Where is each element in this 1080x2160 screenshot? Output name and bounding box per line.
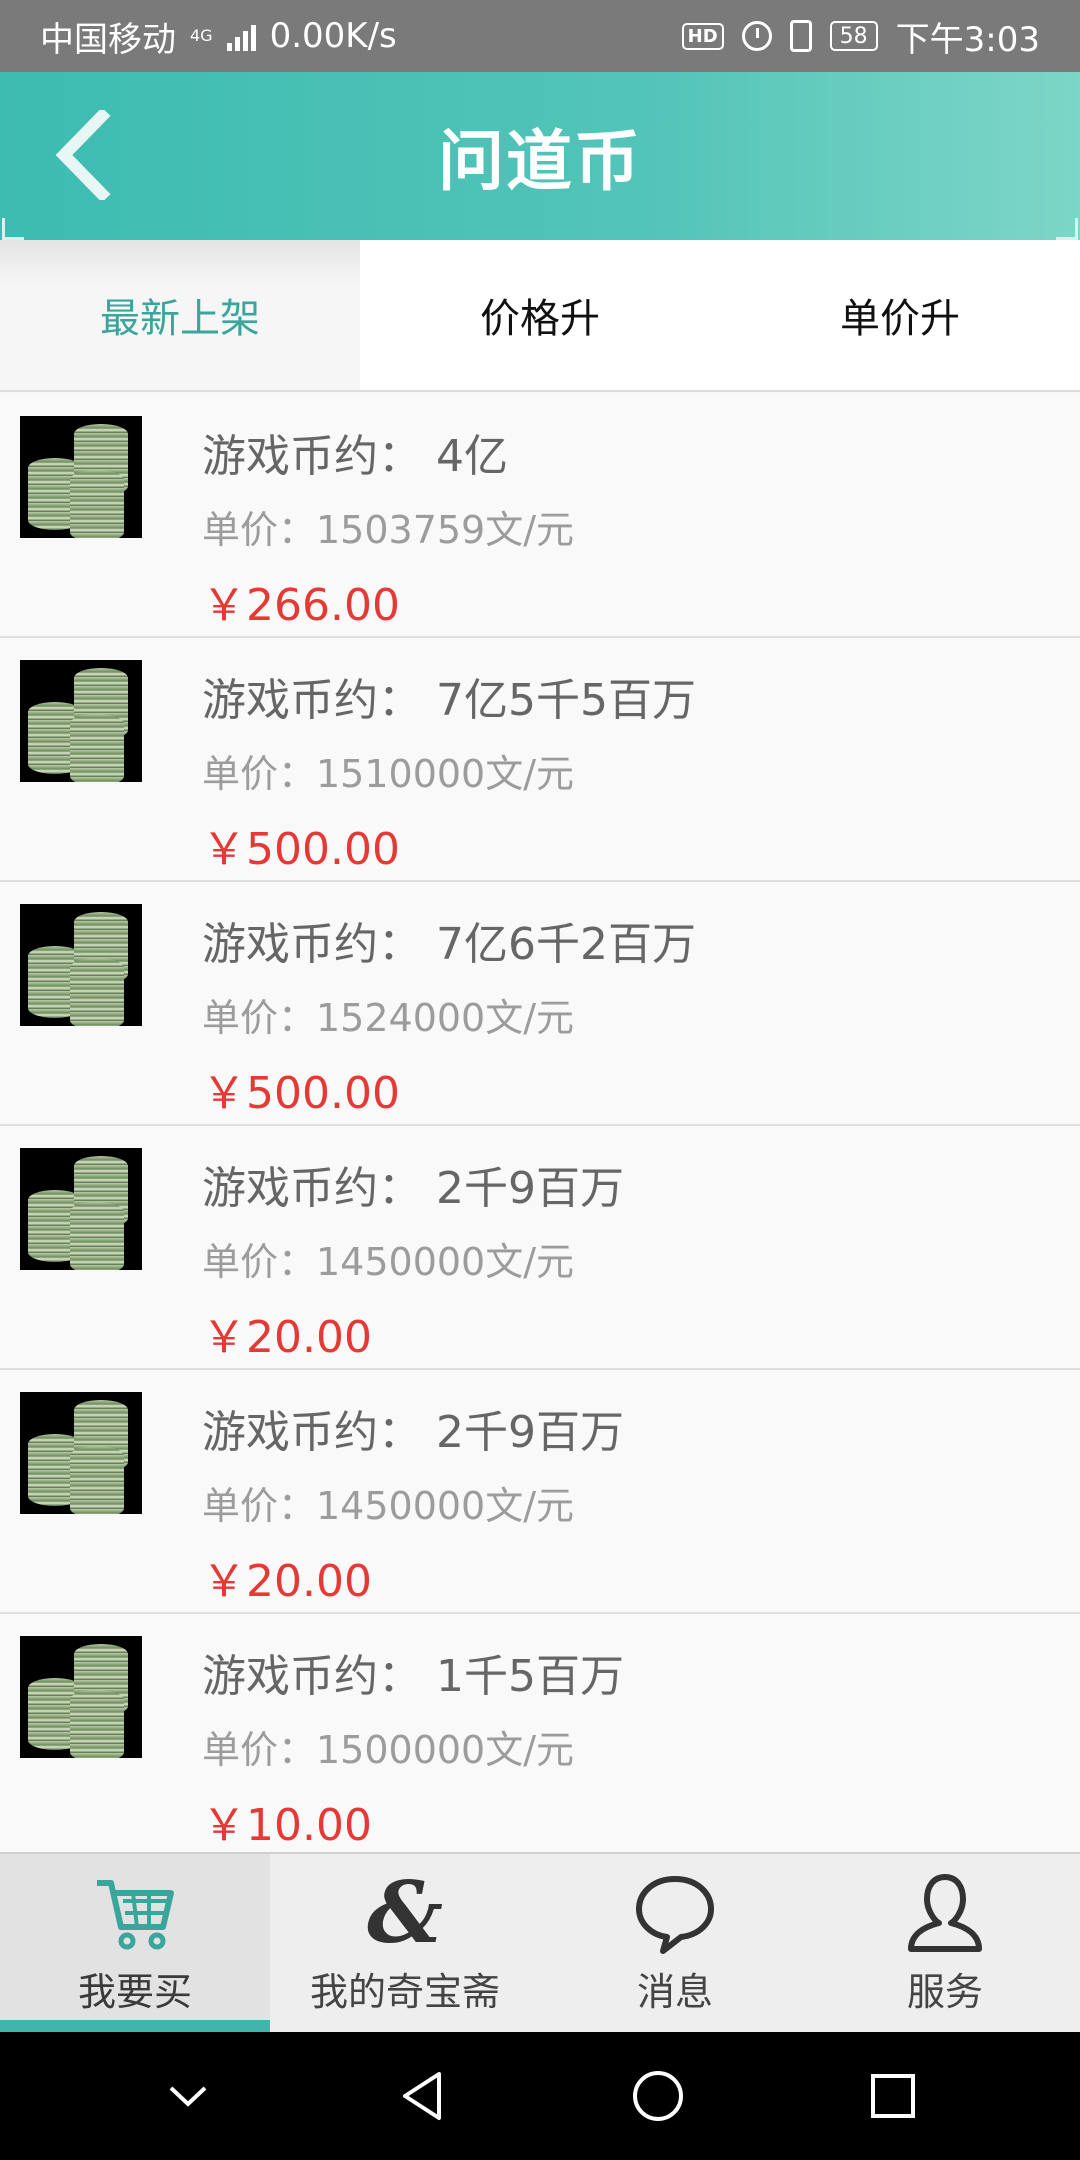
listing-price: ￥500.00 [202, 824, 400, 875]
list-item[interactable]: 游戏币约： 7亿5千5百万 单价：1510000文/元 ￥500.00 [0, 638, 1080, 882]
nav-my-treasure[interactable]: & 我的奇宝斋 [270, 1854, 540, 2032]
triangle-back-icon [402, 2072, 441, 2120]
ampersand-icon: & [367, 1863, 443, 1962]
tab-unit-price-asc[interactable]: 单价升 [720, 240, 1080, 390]
vibrate-icon [789, 20, 812, 52]
signal-icon [226, 21, 256, 51]
cart-icon [93, 1871, 177, 1955]
listing-list[interactable]: 游戏币约： 4亿 单价：1503759文/元 ￥266.00 游戏币约： 7亿5… [0, 394, 1080, 1852]
nav-label: 我要买 [77, 1969, 192, 2014]
unit-price: 单价：1500000文/元 [202, 1728, 575, 1772]
list-item[interactable]: 游戏币约： 7亿6千2百万 单价：1524000文/元 ￥500.00 [0, 882, 1080, 1126]
app-header: 问道币 [0, 72, 1080, 240]
nav-messages[interactable]: 消息 [540, 1854, 810, 2032]
battery-icon: 58 [829, 21, 878, 51]
listing-price: ￥20.00 [202, 1312, 372, 1363]
recents-button[interactable] [858, 2061, 928, 2131]
coin-thumbnail [20, 904, 142, 1026]
nav-label: 我的奇宝斋 [309, 1969, 500, 2014]
tab-price-asc[interactable]: 价格升 [360, 240, 720, 390]
unit-price: 单价：1524000文/元 [202, 996, 575, 1040]
nav-label: 消息 [636, 1969, 713, 2014]
system-back-button[interactable] [388, 2061, 458, 2131]
coin-thumbnail [20, 1148, 142, 1270]
sort-tabs: 最新上架 价格升 单价升 [0, 240, 1080, 392]
list-item[interactable]: 游戏币约： 2千9百万 单价：1450000文/元 ￥20.00 [0, 1126, 1080, 1370]
coin-amount: 游戏币约： 1千5百万 [202, 1651, 624, 1702]
chevron-down-icon [169, 2086, 206, 2107]
list-item[interactable]: 游戏币约： 4亿 单价：1503759文/元 ￥266.00 [0, 394, 1080, 638]
coin-thumbnail [20, 416, 142, 538]
unit-price: 单价：1510000文/元 [202, 752, 575, 796]
system-nav-bar [0, 2032, 1080, 2160]
collapse-button[interactable] [153, 2061, 223, 2131]
alarm-icon [741, 21, 772, 51]
clock: 下午3:03 [895, 19, 1040, 60]
bottom-nav: 我要买 & 我的奇宝斋 消息 服务 [0, 1852, 1080, 2032]
unit-price: 单价：1450000文/元 [202, 1484, 575, 1528]
list-item[interactable]: 游戏币约： 1千5百万 单价：1500000文/元 ￥10.00 [0, 1614, 1080, 1852]
corner-ornament-right [1056, 218, 1078, 240]
coin-amount: 游戏币约： 7亿6千2百万 [202, 919, 696, 970]
coin-amount: 游戏币约： 2千9百万 [202, 1407, 624, 1458]
listing-price: ￥266.00 [202, 580, 400, 631]
status-bar: 中国移动 4G 0.00K/s HD 58 下午3:03 [0, 0, 1080, 72]
unit-price: 单价：1450000文/元 [202, 1240, 575, 1284]
user-icon [903, 1871, 987, 1955]
circle-home-icon [632, 2071, 683, 2121]
listing-price: ￥500.00 [202, 1068, 400, 1119]
coin-thumbnail [20, 1636, 142, 1758]
hd-icon: HD [681, 22, 724, 50]
carrier-label: 中国移动 [40, 19, 176, 60]
listing-price: ￥20.00 [202, 1556, 372, 1607]
network-type: 4G [190, 26, 213, 45]
network-speed: 0.00K/s [269, 16, 397, 56]
nav-service[interactable]: 服务 [810, 1854, 1080, 2032]
chat-bubble-icon [633, 1871, 717, 1955]
corner-ornament-left [2, 218, 24, 240]
nav-label: 服务 [906, 1969, 983, 2014]
nav-buy[interactable]: 我要买 [0, 1854, 270, 2032]
list-item[interactable]: 游戏币约： 2千9百万 单价：1450000文/元 ￥20.00 [0, 1370, 1080, 1614]
listing-price: ￥10.00 [202, 1800, 372, 1851]
square-recents-icon [870, 2074, 915, 2118]
home-button[interactable] [623, 2061, 693, 2131]
coin-amount: 游戏币约： 7亿5千5百万 [202, 675, 696, 726]
coin-amount: 游戏币约： 4亿 [202, 431, 508, 482]
unit-price: 单价：1503759文/元 [202, 508, 575, 552]
tab-newest[interactable]: 最新上架 [0, 240, 360, 390]
page-title: 问道币 [438, 123, 642, 200]
coin-amount: 游戏币约： 2千9百万 [202, 1163, 624, 1214]
coin-thumbnail [20, 1392, 142, 1514]
coin-thumbnail [20, 660, 142, 782]
